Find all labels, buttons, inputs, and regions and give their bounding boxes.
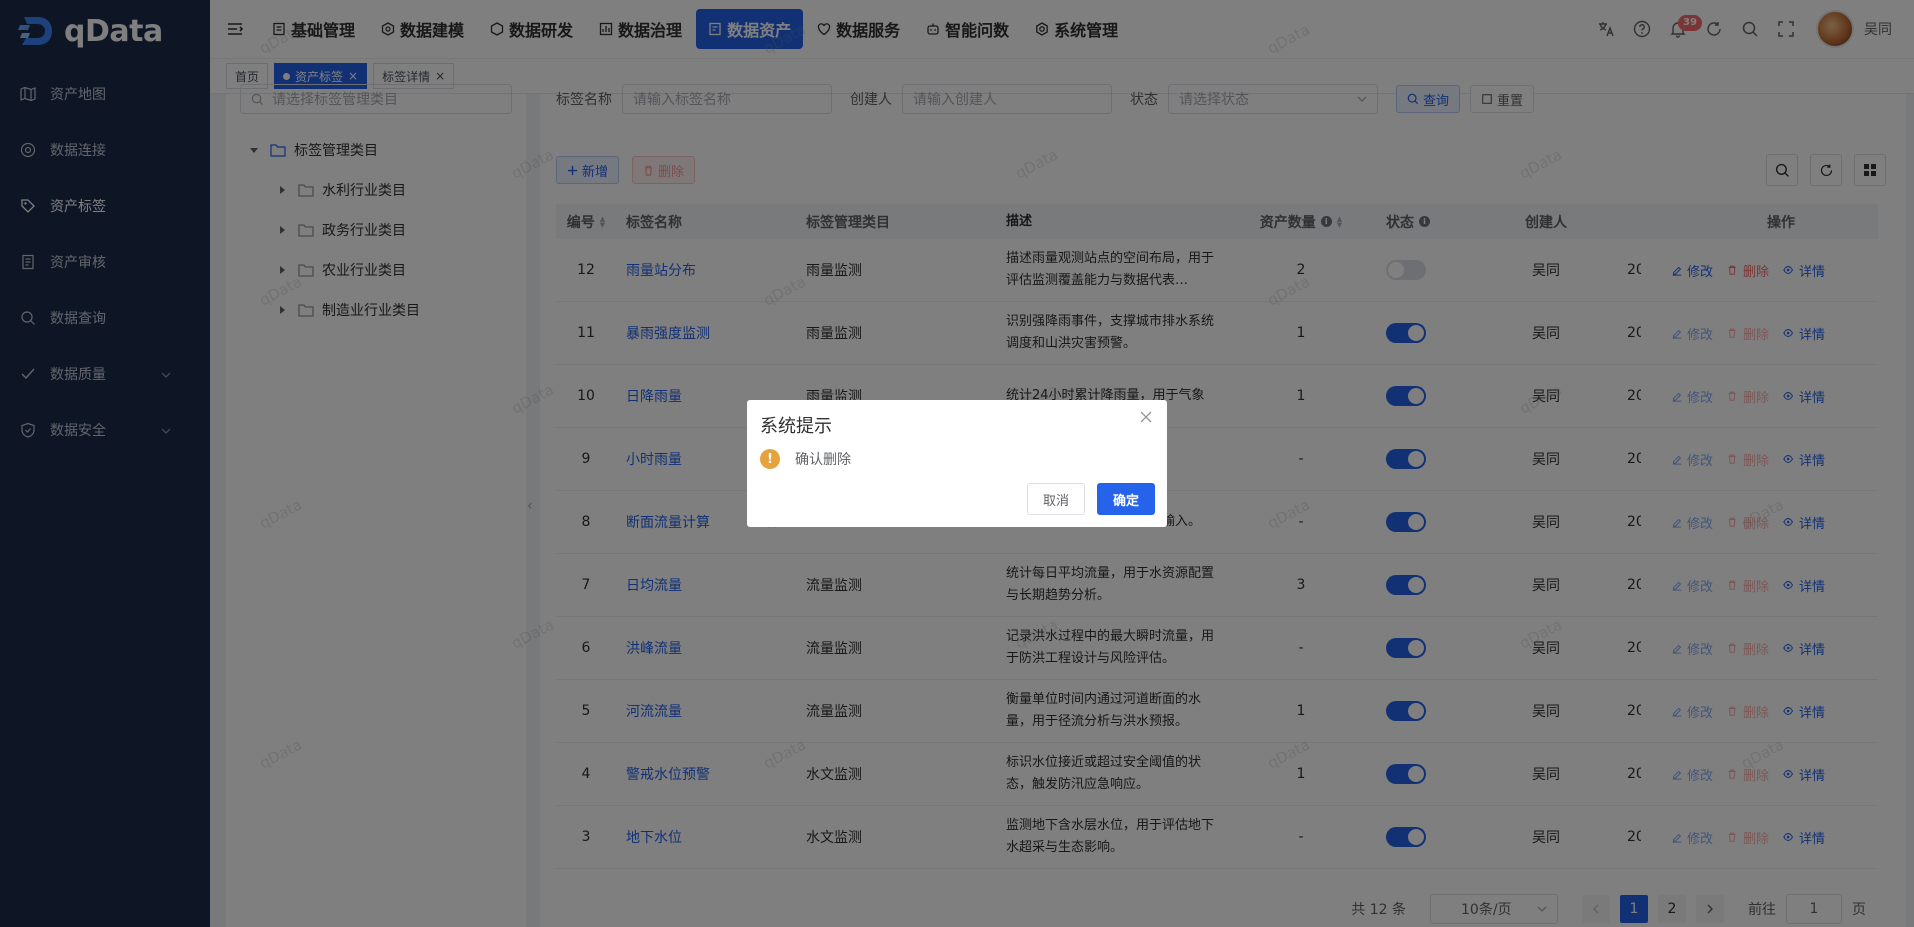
confirm-dialog: 系统提示 ! 确认删除 取消 确定 — [747, 400, 1167, 527]
close-icon[interactable] — [1139, 410, 1153, 424]
dialog-message: ! 确认删除 — [760, 449, 851, 469]
confirm-button[interactable]: 确定 — [1096, 483, 1155, 515]
dialog-buttons: 取消 确定 — [1026, 483, 1155, 515]
warning-icon: ! — [760, 449, 780, 469]
dialog-message-text: 确认删除 — [795, 452, 851, 468]
dialog-title: 系统提示 — [760, 416, 832, 437]
cancel-button[interactable]: 取消 — [1026, 483, 1085, 515]
